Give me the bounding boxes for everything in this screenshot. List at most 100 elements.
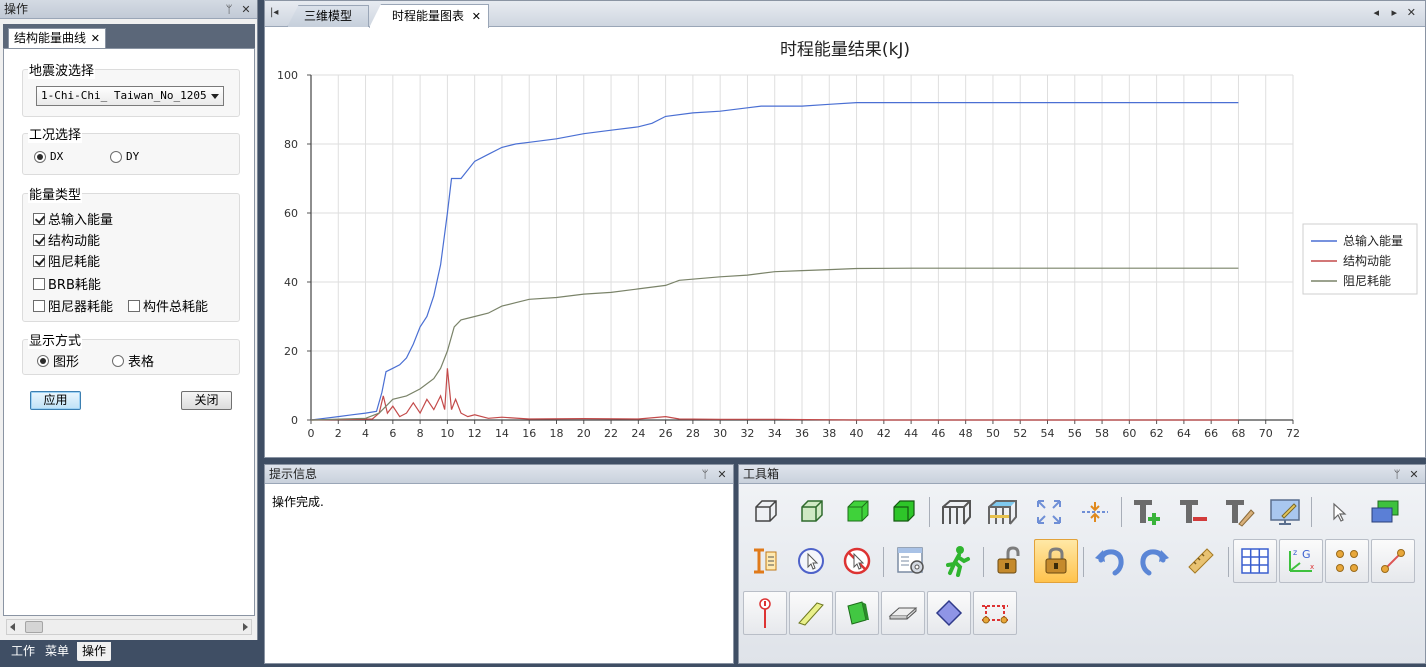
energy-total-checkbox[interactable]: 总输入能量: [33, 209, 113, 228]
deselect-icon[interactable]: [835, 539, 879, 583]
plate-element-icon[interactable]: [927, 591, 971, 635]
toolbar-separator: [1311, 497, 1312, 527]
grid-icon[interactable]: [1233, 539, 1277, 583]
global-axis-icon[interactable]: zGx: [1279, 539, 1323, 583]
text-remove-icon[interactable]: [1171, 490, 1215, 534]
case-dx-radio[interactable]: DX: [34, 150, 63, 163]
checkbox-kinetic[interactable]: [33, 233, 45, 246]
tab-close-icon[interactable]: ✕: [91, 29, 100, 48]
lock-icon[interactable]: [1034, 539, 1078, 583]
wave-select[interactable]: 1-Chi-Chi_ Taiwan_No_1205: [36, 86, 224, 106]
case-dy-radio[interactable]: DY: [110, 150, 139, 163]
pin-icon[interactable]: ᛘ: [697, 465, 713, 484]
beam-element-icon[interactable]: [789, 591, 833, 635]
energy-member-checkbox[interactable]: 构件总耗能: [128, 296, 208, 315]
run-analysis-icon[interactable]: [935, 539, 979, 583]
redo-icon[interactable]: [1133, 539, 1177, 583]
svg-text:x: x: [1310, 563, 1314, 571]
energy-damper-checkbox[interactable]: 阻尼器耗能: [33, 296, 113, 315]
checkbox-member[interactable]: [128, 299, 140, 312]
close-icon[interactable]: ✕: [714, 465, 730, 484]
chart-legend: 总输入能量结构动能阻尼耗能: [1302, 223, 1418, 295]
checkbox-brb[interactable]: [33, 277, 45, 290]
wave-group-label: 地震波选择: [28, 60, 96, 79]
radio-dy[interactable]: [110, 150, 122, 163]
wall-element-icon[interactable]: [835, 591, 879, 635]
select-circle-icon[interactable]: [789, 539, 833, 583]
view-shaded-edges-icon[interactable]: [835, 490, 879, 534]
tab-3d-model-label: 三维模型: [303, 9, 352, 23]
energy-brb-checkbox[interactable]: BRB耗能: [33, 274, 101, 293]
tab-energy-chart-close-icon[interactable]: ✕: [472, 5, 481, 28]
checkbox-damper[interactable]: [33, 299, 45, 312]
document-area: |◂ 三维模型 时程能量图表 ✕ ◂ ▸ ✕ 时程能量结果(kJ) 024681…: [264, 0, 1426, 458]
close-button[interactable]: 关闭: [181, 391, 232, 410]
checkbox-damping[interactable]: [33, 254, 45, 267]
x-tick-label: 16: [522, 427, 536, 440]
select-pointer-icon[interactable]: [1317, 490, 1361, 534]
view-hidden-line-icon[interactable]: [789, 490, 833, 534]
nav-next-icon[interactable]: ▸: [1391, 6, 1397, 19]
x-tick-label: 36: [795, 427, 809, 440]
pin-icon[interactable]: ᛘ: [221, 0, 237, 19]
radio-dx[interactable]: [34, 150, 46, 163]
x-tick-label: 48: [959, 427, 973, 440]
tab-3d-model[interactable]: 三维模型: [287, 5, 369, 27]
pin-icon[interactable]: ᛘ: [1389, 465, 1405, 484]
x-tick-label: 0: [308, 427, 315, 440]
energy-damping-checkbox[interactable]: 阻尼耗能: [33, 251, 100, 270]
y-tick-label: 20: [284, 345, 298, 358]
scroll-thumb[interactable]: [25, 621, 43, 633]
frame-model-icon[interactable]: [935, 490, 979, 534]
display-table-radio[interactable]: 表格: [112, 351, 154, 370]
unlock-icon[interactable]: [987, 539, 1031, 583]
line-element-icon[interactable]: [1371, 539, 1415, 583]
display-table-label: 表格: [128, 355, 155, 370]
measure-icon[interactable]: [1179, 539, 1223, 583]
radio-table[interactable]: [112, 354, 124, 367]
tab-energy-chart[interactable]: 时程能量图表 ✕: [369, 4, 489, 28]
toolbar-separator: [883, 547, 884, 577]
energy-kinetic-checkbox[interactable]: 结构动能: [33, 230, 100, 249]
checkbox-total[interactable]: [33, 212, 45, 225]
nodes-icon[interactable]: [1325, 539, 1369, 583]
x-tick-label: 18: [550, 427, 564, 440]
message-panel-title-text: 提示信息: [269, 467, 318, 481]
display-settings-icon[interactable]: [1263, 490, 1307, 534]
view-wireframe-icon[interactable]: [743, 490, 787, 534]
nav-close-icon[interactable]: ✕: [1407, 6, 1416, 19]
scroll-right-icon[interactable]: [243, 623, 248, 631]
tab-energy-chart-label: 时程能量图表: [392, 9, 465, 23]
shrink-icon[interactable]: [1073, 490, 1117, 534]
expand-icon[interactable]: [1027, 490, 1071, 534]
energy-chart: 时程能量结果(kJ) 0 2 4 6 8 10 12 14 16 18 20 22 24 26 28 30 32…: [277, 40, 1418, 440]
settings-window-icon[interactable]: [889, 539, 933, 583]
radio-graph[interactable]: [37, 354, 49, 367]
slab-element-icon[interactable]: [881, 591, 925, 635]
section-property-icon[interactable]: [743, 539, 787, 583]
display-graph-radio[interactable]: 图形: [37, 351, 79, 370]
apply-button[interactable]: 应用: [30, 391, 81, 410]
y-tick-label: 100: [277, 69, 298, 82]
window-select-icon[interactable]: [1363, 490, 1407, 534]
nav-first-icon[interactable]: |◂: [270, 7, 278, 18]
scroll-left-icon[interactable]: [10, 623, 15, 631]
frame-floor-icon[interactable]: [981, 490, 1025, 534]
bottom-tab-menu[interactable]: 菜单: [40, 642, 74, 661]
x-tick-label: 14: [495, 427, 509, 440]
bottom-tab-operation[interactable]: 操作: [77, 642, 112, 661]
text-clear-icon[interactable]: [1217, 490, 1261, 534]
close-icon[interactable]: ✕: [1406, 465, 1422, 484]
undo-icon[interactable]: [1087, 539, 1131, 583]
view-shaded-icon[interactable]: [881, 490, 925, 534]
point-element-icon[interactable]: [743, 591, 787, 635]
bottom-tab-work[interactable]: 工作: [6, 642, 40, 661]
x-tick-label: 2: [335, 427, 342, 440]
tab-energy-curve[interactable]: 结构能量曲线 ✕: [8, 28, 106, 48]
close-icon[interactable]: ✕: [238, 0, 254, 19]
nav-prev-icon[interactable]: ◂: [1373, 6, 1379, 19]
x-tick-label: 50: [986, 427, 1000, 440]
text-add-icon[interactable]: [1125, 490, 1169, 534]
horizontal-scrollbar[interactable]: [6, 619, 252, 635]
link-element-icon[interactable]: [973, 591, 1017, 635]
